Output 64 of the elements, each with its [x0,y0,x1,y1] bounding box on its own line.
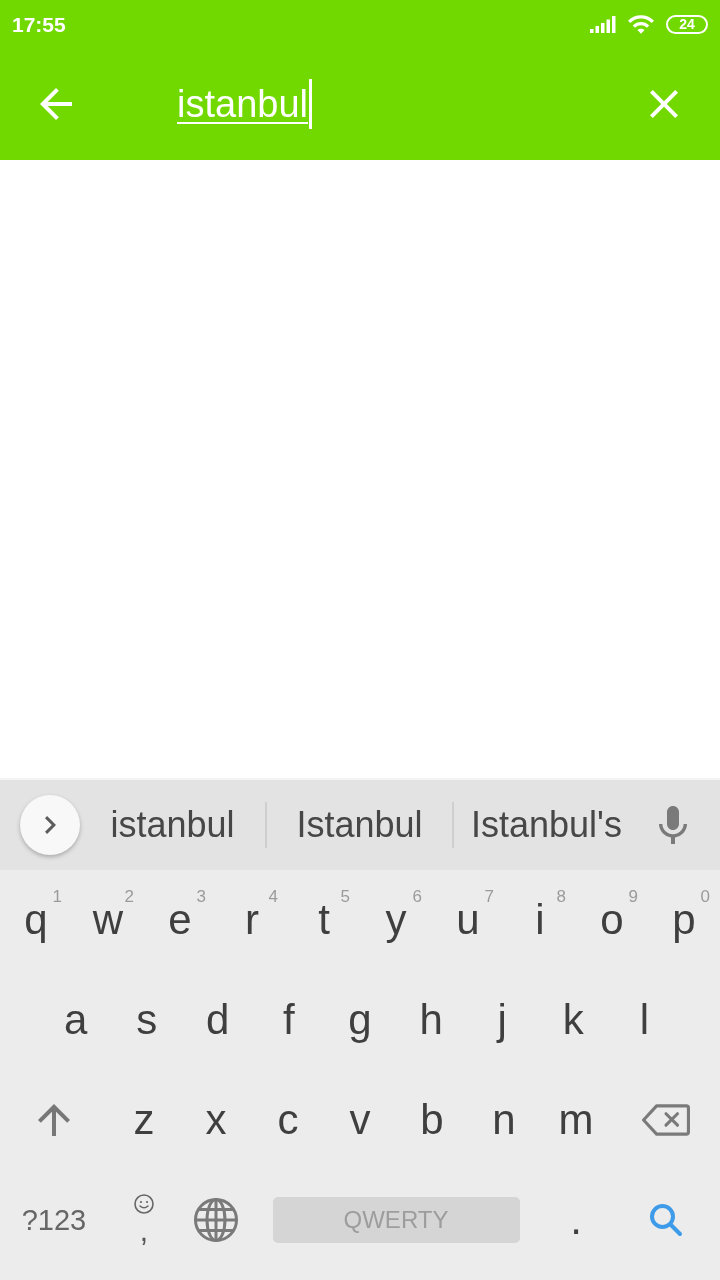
key[interactable]: x [205,1099,227,1141]
search-button[interactable] [649,1203,683,1237]
key-number-hint: 9 [628,888,638,905]
back-arrow-icon [40,88,72,120]
shift-button[interactable] [38,1104,70,1136]
back-button[interactable] [40,88,72,120]
key[interactable]: c [277,1099,299,1141]
comma-key[interactable]: , [134,1194,154,1246]
wifi-icon [628,14,654,34]
search-icon [649,1203,683,1237]
symbols-key[interactable]: ?123 [21,1205,87,1235]
key[interactable]: n [492,1099,516,1141]
key[interactable]: i [535,899,545,941]
key[interactable]: q [24,899,48,941]
key[interactable]: m [558,1099,594,1141]
key[interactable]: e [168,899,192,941]
globe-icon [194,1198,238,1242]
key[interactable]: . [570,1199,582,1241]
battery-indicator: 24 [666,14,708,34]
signal-icon [590,15,616,33]
key[interactable]: o [600,899,624,941]
key[interactable]: k [562,999,584,1041]
close-icon [650,90,678,118]
key[interactable]: u [456,899,480,941]
text-cursor-icon [309,79,312,129]
key[interactable]: g [348,999,372,1041]
key[interactable]: l [639,999,650,1041]
close-button[interactable] [650,90,678,118]
key[interactable]: d [206,999,230,1041]
key[interactable]: f [283,999,295,1041]
key[interactable]: v [349,1099,371,1141]
key[interactable]: z [133,1099,155,1141]
key[interactable]: w [92,899,124,941]
word-suggestion[interactable]: Istanbul's [471,807,622,843]
microphone-icon [659,806,687,844]
key-number-hint: 4 [268,888,278,905]
key[interactable]: p [672,899,696,941]
expand-button[interactable] [20,795,80,855]
key-number-hint: 3 [196,888,206,905]
key-number-hint: 7 [484,888,494,905]
key[interactable]: j [497,999,507,1041]
key-number-hint: 5 [340,888,350,905]
key[interactable]: y [385,899,407,941]
key[interactable]: h [419,999,443,1041]
word-suggestion[interactable]: istanbul [110,807,235,843]
key[interactable]: a [63,999,88,1041]
backspace-button[interactable] [642,1104,690,1136]
microphone-button[interactable] [659,806,687,844]
key[interactable]: s [136,999,158,1041]
smiley-icon [134,1194,154,1214]
key[interactable]: b [420,1099,444,1141]
key[interactable]: t [318,899,330,941]
chevron-right-icon [44,816,56,834]
key-number-hint: 8 [556,888,566,905]
key-number-hint: 1 [52,888,62,905]
key-number-hint: 0 [700,888,710,905]
clock-time: 17:55 [12,13,66,35]
key-number-hint: 6 [412,888,422,905]
key[interactable]: r [245,899,259,941]
word-suggestion[interactable]: Istanbul [296,807,423,843]
key-number-hint: 2 [124,888,134,905]
language-button[interactable] [194,1198,238,1242]
backspace-icon [642,1104,690,1136]
arrow-up-icon [38,1104,70,1136]
